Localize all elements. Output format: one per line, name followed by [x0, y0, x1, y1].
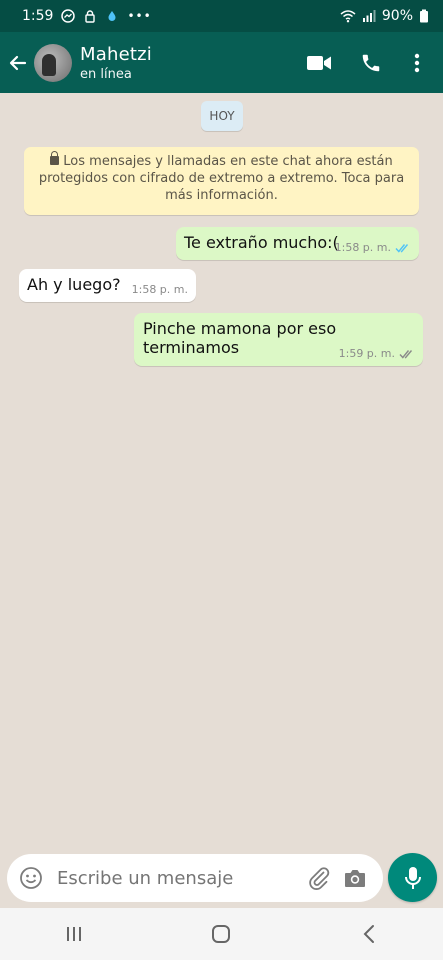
- message-input[interactable]: [57, 867, 301, 889]
- chat-header: Mahetzi en línea: [0, 32, 443, 93]
- paperclip-icon: [309, 867, 330, 890]
- status-bar: 1:59 ••• 90%: [0, 0, 443, 32]
- back-chevron-icon: [363, 925, 375, 943]
- voice-call-button[interactable]: [345, 39, 397, 87]
- date-chip: HOY: [201, 101, 243, 131]
- message-text: Te extraño mucho:(: [184, 233, 339, 252]
- voice-message-button[interactable]: [388, 853, 437, 902]
- avatar[interactable]: [34, 43, 72, 82]
- message-bubble-outgoing[interactable]: Te extraño mucho:( 1:58 p. m.: [176, 227, 419, 260]
- message-composer: [7, 854, 383, 902]
- wifi-icon: [340, 10, 356, 23]
- back-button[interactable]: [2, 32, 34, 93]
- chat-area[interactable]: HOY Los mensajes y llamadas en este chat…: [0, 93, 443, 850]
- contact-info[interactable]: Mahetzi en línea: [80, 44, 152, 82]
- status-time: 1:59: [22, 8, 54, 24]
- camera-icon: [345, 870, 365, 887]
- message-time: 1:58 p. m.: [131, 283, 188, 296]
- delivered-ticks-icon: [399, 349, 413, 359]
- drop-notification-icon: [108, 11, 116, 21]
- contact-name: Mahetzi: [80, 43, 152, 65]
- encryption-notice[interactable]: Los mensajes y llamadas en este chat aho…: [24, 147, 419, 215]
- camera-button[interactable]: [337, 860, 373, 896]
- home-button[interactable]: [191, 914, 251, 954]
- lock-notification-icon: [85, 10, 96, 23]
- encryption-notice-text: Los mensajes y llamadas en este chat aho…: [38, 154, 405, 203]
- message-text: Ah y luego?: [27, 275, 121, 294]
- recents-button[interactable]: [44, 914, 104, 954]
- read-ticks-icon: [395, 243, 409, 253]
- back-nav-button[interactable]: [339, 914, 399, 954]
- message-time: 1:59 p. m.: [338, 347, 395, 360]
- emoji-button[interactable]: [17, 864, 45, 892]
- video-call-icon: [307, 55, 331, 70]
- more-options-button[interactable]: [397, 39, 437, 87]
- more-vert-icon: [414, 53, 420, 72]
- video-call-button[interactable]: [293, 39, 345, 87]
- attach-button[interactable]: [301, 860, 337, 896]
- more-notifications-icon: •••: [127, 9, 152, 23]
- battery-percent: 90%: [381, 8, 413, 24]
- message-time: 1:58 p. m.: [334, 241, 391, 254]
- messenger-icon: [61, 9, 76, 23]
- emoji-icon: [20, 867, 42, 889]
- back-arrow-icon: [9, 55, 27, 70]
- home-icon: [212, 925, 231, 943]
- recents-icon: [66, 927, 81, 941]
- system-nav-bar: [0, 908, 443, 960]
- message-bubble-outgoing[interactable]: Pinche mamona por eso terminamos 1:59 p.…: [134, 313, 423, 366]
- phone-call-icon: [362, 54, 380, 71]
- signal-icon: [362, 10, 376, 22]
- battery-icon: [420, 9, 428, 23]
- mic-icon: [404, 866, 421, 889]
- message-bubble-incoming[interactable]: Ah y luego? 1:58 p. m.: [19, 269, 196, 302]
- contact-status: en línea: [80, 66, 132, 82]
- lock-icon: [50, 151, 60, 165]
